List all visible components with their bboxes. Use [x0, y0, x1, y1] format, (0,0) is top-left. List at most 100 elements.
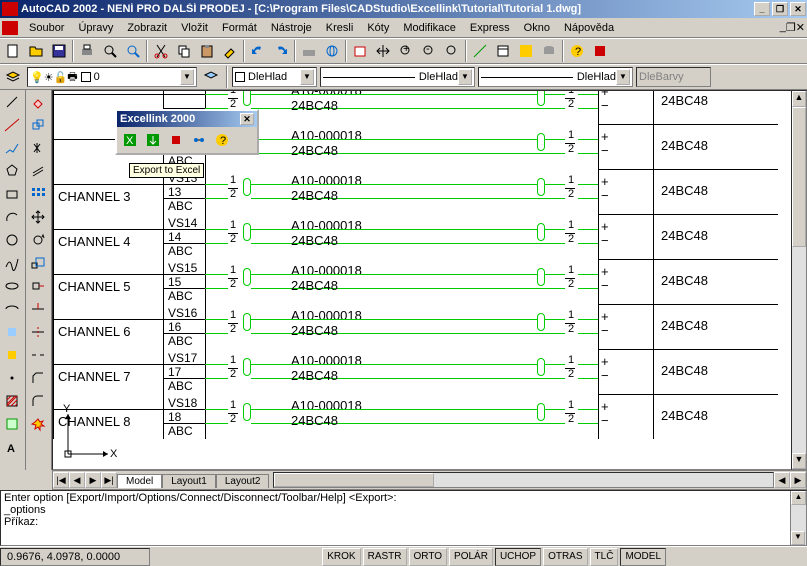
options-button[interactable] [165, 129, 187, 151]
tab-layout2[interactable]: Layout2 [216, 474, 270, 488]
scroll-down-button[interactable]: ▼ [792, 453, 806, 469]
region-button[interactable] [1, 413, 23, 435]
dc-button[interactable] [515, 40, 537, 62]
zoom-win-button[interactable]: - [418, 40, 440, 62]
menu-koty[interactable]: Kóty [360, 20, 396, 36]
active-assist-button[interactable] [589, 40, 611, 62]
paste-button[interactable] [196, 40, 218, 62]
menu-zobrazit[interactable]: Zobrazit [120, 20, 174, 36]
menu-upravy[interactable]: Úpravy [71, 20, 120, 36]
save-button[interactable] [48, 40, 70, 62]
layer-combo[interactable]: 💡 ☀ 🔓 🖶 0 ▼ [27, 67, 197, 87]
zoom-prev-button[interactable] [441, 40, 463, 62]
status-tlc[interactable]: TLČ [590, 548, 619, 566]
export-excel-button[interactable]: X [119, 129, 141, 151]
status-krok[interactable]: KROK [322, 548, 360, 566]
menu-napoveda[interactable]: Nápověda [557, 20, 621, 36]
insert-button[interactable] [1, 321, 23, 343]
hyperlink-button[interactable] [321, 40, 343, 62]
matchprop-button[interactable] [219, 40, 241, 62]
dist-button[interactable] [469, 40, 491, 62]
copy-button[interactable] [173, 40, 195, 62]
dropdown-icon[interactable]: ▼ [616, 69, 630, 85]
doc-close-button[interactable]: ✕ [796, 21, 805, 34]
status-polar[interactable]: POLÁR [449, 548, 493, 566]
line-button[interactable] [1, 91, 23, 113]
menu-vlozit[interactable]: Vložit [174, 20, 215, 36]
cut-button[interactable] [150, 40, 172, 62]
excellink-toolbar[interactable]: Excellink 2000 ✕ X ? [115, 109, 259, 155]
mirror-button[interactable] [27, 137, 49, 159]
menu-modifikace[interactable]: Modifikace [396, 20, 463, 36]
tab-model[interactable]: Model [117, 474, 162, 488]
vertical-scrollbar[interactable]: ▲ ▼ [791, 90, 807, 470]
close-button[interactable]: ✕ [790, 2, 806, 16]
dropdown-icon[interactable]: ▼ [180, 69, 194, 85]
fillet-button[interactable] [27, 390, 49, 412]
ellipse-button[interactable] [1, 275, 23, 297]
today-button[interactable] [349, 40, 371, 62]
status-model[interactable]: MODEL [620, 548, 666, 566]
props-button[interactable] [492, 40, 514, 62]
menu-soubor[interactable]: Soubor [22, 20, 71, 36]
find-button[interactable] [122, 40, 144, 62]
print-button[interactable] [76, 40, 98, 62]
restore-button[interactable]: ❐ [772, 2, 788, 16]
connect-button[interactable] [188, 129, 210, 151]
dropdown-icon[interactable]: ▼ [300, 69, 314, 85]
tab-prev-button[interactable]: ◀ [69, 472, 85, 488]
arc-button[interactable] [1, 206, 23, 228]
xline-button[interactable] [1, 114, 23, 136]
excellink-titlebar[interactable]: Excellink 2000 ✕ [117, 111, 257, 127]
menu-okno[interactable]: Okno [517, 20, 557, 36]
command-window[interactable]: Enter option [Export/Import/Options/Conn… [0, 490, 807, 546]
pline-button[interactable] [1, 137, 23, 159]
dbconnect-button[interactable] [538, 40, 560, 62]
circle-button[interactable] [1, 229, 23, 251]
help-button[interactable]: ? [566, 40, 588, 62]
import-excel-button[interactable] [142, 129, 164, 151]
doc-restore-button[interactable]: ❐ [786, 21, 796, 34]
spline-button[interactable] [1, 252, 23, 274]
copy-obj-button[interactable] [27, 114, 49, 136]
lineweight-combo[interactable]: DleHlad ▼ [478, 67, 633, 87]
excellink-close-button[interactable]: ✕ [240, 113, 254, 125]
pan-button[interactable] [372, 40, 394, 62]
linetype-combo[interactable]: DleHlad ▼ [320, 67, 475, 87]
excellink-help-button[interactable]: ? [211, 129, 233, 151]
explode-button[interactable] [27, 413, 49, 435]
break-button[interactable] [27, 344, 49, 366]
scale-button[interactable] [27, 252, 49, 274]
point-button[interactable] [1, 367, 23, 389]
move-button[interactable] [27, 206, 49, 228]
polygon-button[interactable] [1, 160, 23, 182]
minimize-button[interactable]: _ [754, 2, 770, 16]
chamfer-button[interactable] [27, 367, 49, 389]
scroll-thumb[interactable] [792, 107, 806, 247]
drawing-canvas[interactable]: ABC12A10-00001824BC4812+−24BC48VS1212ABC… [52, 90, 807, 470]
layer-prev-button[interactable] [200, 66, 222, 88]
open-button[interactable] [25, 40, 47, 62]
rotate-button[interactable] [27, 229, 49, 251]
dropdown-icon[interactable]: ▼ [458, 69, 472, 85]
zoom-rt-button[interactable]: + [395, 40, 417, 62]
hscroll-right-button[interactable]: ▶ [790, 472, 806, 488]
ellipse-arc-button[interactable] [1, 298, 23, 320]
status-otras[interactable]: OTRAS [543, 548, 587, 566]
stretch-button[interactable] [27, 275, 49, 297]
hscroll-thumb[interactable] [274, 473, 434, 487]
hscroll-left-button[interactable]: ◀ [774, 472, 790, 488]
menu-kresli[interactable]: Kresli [319, 20, 361, 36]
cmd-scrollbar[interactable]: ▲ ▼ [790, 491, 806, 545]
menu-express[interactable]: Express [463, 20, 517, 36]
status-uchop[interactable]: UCHOP [495, 548, 541, 566]
layer-manager-button[interactable] [2, 66, 24, 88]
rectangle-button[interactable] [1, 183, 23, 205]
erase-button[interactable] [27, 91, 49, 113]
scroll-up-button[interactable]: ▲ [792, 91, 806, 107]
text-button[interactable]: A [1, 436, 23, 458]
hatch-button[interactable] [1, 390, 23, 412]
trim-button[interactable] [27, 298, 49, 320]
offset-button[interactable] [27, 160, 49, 182]
tab-layout1[interactable]: Layout1 [162, 474, 216, 488]
